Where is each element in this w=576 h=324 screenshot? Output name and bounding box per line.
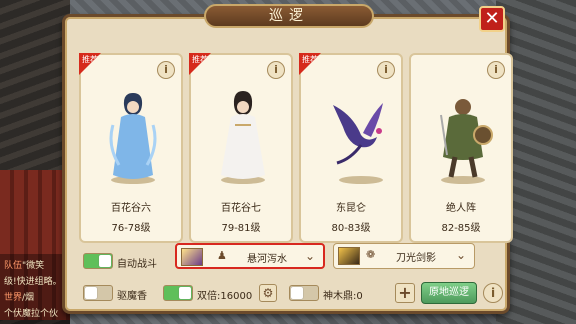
map-level: 82-85级 <box>441 223 481 234</box>
skill-thumbnail <box>338 247 360 265</box>
demon-incense-label: 驱魔香 <box>117 291 147 302</box>
close-icon[interactable]: ✕ <box>479 6 505 32</box>
skill-select-2[interactable]: ❁ 刀光剑影 ⌄ <box>333 243 475 269</box>
chat-line: 队伍"微笑 <box>4 261 45 271</box>
double-exp-toggle[interactable] <box>163 285 193 301</box>
chevron-down-icon: ⌄ <box>455 248 466 262</box>
info-icon[interactable]: i <box>157 61 175 79</box>
patrol-button[interactable]: 原地巡逻 <box>421 282 477 304</box>
map-name: 百花谷七 <box>221 203 261 214</box>
game-scene: 队伍"微笑 级!快进组略。 世界/烟 个伏魔拉个伙 推荐 i 百花谷六 76-7… <box>0 0 576 324</box>
map-card-4[interactable]: i 绝人阵 82-85级 <box>409 53 513 243</box>
chat-line: 世界/烟 <box>4 293 35 303</box>
character-figure-icon <box>109 93 157 184</box>
add-button[interactable]: + <box>395 283 415 303</box>
chat-panel[interactable]: 队伍"微笑 级!快进组略。 世界/烟 个伏魔拉个伙 <box>0 254 70 324</box>
info-icon[interactable]: i <box>267 61 285 79</box>
map-card-1[interactable]: 推荐 i 百花谷六 76-78级 <box>79 53 183 243</box>
map-name: 百花谷六 <box>111 203 151 214</box>
map-level: 80-83级 <box>331 223 371 234</box>
warrior-figure-icon <box>440 99 493 184</box>
info-icon[interactable]: i <box>377 61 395 79</box>
chevron-down-icon: ⌄ <box>304 249 315 263</box>
gear-icon[interactable]: ⚙ <box>259 284 277 302</box>
info-icon[interactable]: i <box>483 283 503 303</box>
map-level: 79-81级 <box>221 223 261 234</box>
skill-select-1[interactable]: ♟ 悬河泻水 ⌄ <box>175 243 325 269</box>
auto-battle-label: 自动战斗 <box>117 259 157 270</box>
chat-line: 级!快进组略。 <box>4 277 62 287</box>
skill-thumbnail <box>181 248 203 266</box>
chat-line: 个伏魔拉个伙 <box>4 309 59 319</box>
map-card-3[interactable]: 推荐 i 东昆仑 80-83级 <box>299 53 403 243</box>
recommend-badge: 推荐 <box>189 53 211 75</box>
double-exp-label: 双倍:16000 <box>197 291 253 302</box>
recommend-badge: 推荐 <box>299 53 321 75</box>
info-icon[interactable]: i <box>487 61 505 79</box>
auto-battle-toggle[interactable] <box>83 253 113 269</box>
character-figure-icon <box>221 91 265 184</box>
divine-wood-label: 神木鼎:0 <box>323 291 363 302</box>
map-card-2[interactable]: 推荐 i 百花谷七 79-81级 <box>189 53 293 243</box>
map-name: 东昆仑 <box>336 203 366 214</box>
person-icon: ♟ <box>217 249 227 262</box>
demon-incense-toggle[interactable] <box>83 285 113 301</box>
map-level: 76-78级 <box>111 223 151 234</box>
skill-select-1-label: 悬河泻水 <box>247 254 287 265</box>
divine-wood-toggle[interactable] <box>289 285 319 301</box>
dialog-title: 巡逻 <box>204 4 374 28</box>
skill-select-2-label: 刀光剑影 <box>396 253 436 264</box>
paw-icon: ❁ <box>366 248 376 261</box>
recommend-badge: 推荐 <box>79 53 101 75</box>
patrol-dialog: 推荐 i 百花谷六 76-78级 推荐 i 百花谷七 79-81级 推荐 i 东… <box>62 14 513 314</box>
map-name: 绝人阵 <box>446 203 476 214</box>
bird-figure-icon <box>333 103 383 184</box>
